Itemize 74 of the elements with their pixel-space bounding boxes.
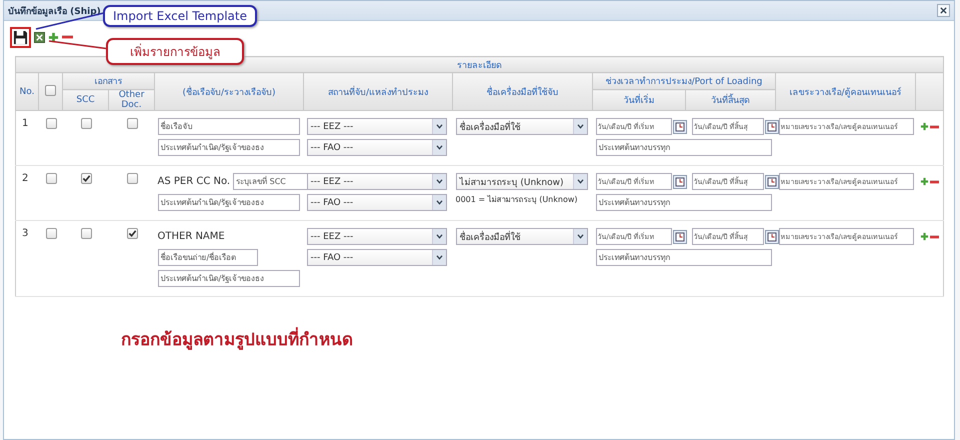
vessel-label: AS PER CC No. bbox=[158, 176, 230, 187]
eez-dropdown[interactable]: --- EEZ --- bbox=[306, 228, 446, 245]
column-header: เลขระวางเรือ/ตู้คอนเทนเนอร์ bbox=[776, 72, 916, 110]
loading-country-field[interactable]: ประเทศต้นทางบรรทุก bbox=[596, 139, 772, 156]
row-checkbox[interactable] bbox=[46, 173, 56, 184]
chevron-icon bbox=[576, 179, 584, 184]
column-header: ช่วงเวลาทำการประมง/Port of Loading bbox=[592, 72, 776, 90]
scc-checkbox[interactable] bbox=[80, 228, 92, 239]
callout: เพิ่มรายการข้อมูล bbox=[106, 38, 244, 65]
row-number: 2 bbox=[22, 173, 28, 184]
callout: Import Excel Template bbox=[103, 5, 257, 27]
column-header: Other Doc. bbox=[108, 90, 154, 110]
fao-dropdown[interactable]: --- FAO --- bbox=[306, 249, 446, 266]
eez-dropdown[interactable]: --- EEZ --- bbox=[306, 173, 446, 190]
row-number: 1 bbox=[22, 118, 28, 129]
row-checkbox[interactable] bbox=[46, 118, 56, 129]
select-all-checkbox[interactable] bbox=[45, 84, 56, 96]
vessel-name-field[interactable]: ชื่อเรือจับ bbox=[158, 118, 300, 135]
remove-row-icon[interactable] bbox=[930, 124, 940, 128]
vessel-name-field[interactable]: ชื่อเรือขนถ่าย/ชื่อเรือต bbox=[158, 249, 258, 266]
chevron-icon bbox=[436, 234, 442, 239]
other-doc-checkbox[interactable] bbox=[126, 228, 138, 239]
chevron-icon bbox=[436, 255, 442, 260]
save-icon[interactable] bbox=[10, 26, 31, 48]
calendar-icon[interactable] bbox=[764, 230, 778, 244]
chevron-icon bbox=[576, 124, 584, 129]
column-header: ชื่อเครื่องมือที่ใช้จับ bbox=[452, 72, 592, 110]
gear-dropdown[interactable]: ชื่อเครื่องมือที่ใช้ bbox=[456, 228, 588, 245]
vessel-label: OTHER NAME bbox=[158, 231, 225, 242]
column-header: เอกสาร bbox=[62, 72, 154, 90]
add-row-icon[interactable] bbox=[920, 232, 930, 241]
fao-dropdown[interactable]: --- FAO --- bbox=[306, 194, 446, 211]
chevron-icon bbox=[436, 145, 442, 150]
fao-dropdown[interactable]: --- FAO --- bbox=[306, 139, 446, 156]
column-header: (ชื่อเรือจับ/ระวางเรือจับ) bbox=[154, 72, 304, 110]
dialog-title: บันทึกข้อมูลเรือ (Ship) bbox=[8, 5, 101, 18]
close-icon[interactable] bbox=[937, 4, 950, 17]
spreadsheet-icon[interactable] bbox=[34, 32, 45, 42]
gear-dropdown[interactable]: ชื่อเครื่องมือที่ใช้ bbox=[456, 118, 588, 135]
chevron-icon bbox=[436, 200, 442, 205]
origin-country-field[interactable]: ประเทศต้นกำเนิด/รัฐเจ้าของธง bbox=[158, 270, 300, 287]
remove-row-icon[interactable] bbox=[930, 234, 940, 238]
calendar-icon[interactable] bbox=[764, 120, 778, 134]
column-header: วันที่สิ้นสุด bbox=[686, 90, 776, 110]
add-row-icon[interactable] bbox=[920, 177, 930, 186]
gear-dropdown[interactable]: ไม่สามารถระบุ (Unknow) bbox=[456, 173, 588, 190]
add-row-icon[interactable] bbox=[920, 122, 930, 131]
column-header: SCC bbox=[62, 90, 108, 110]
calendar-icon[interactable] bbox=[672, 120, 686, 134]
column-header: No. bbox=[16, 72, 38, 110]
eez-dropdown[interactable]: --- EEZ --- bbox=[306, 118, 446, 135]
loading-country-field[interactable]: ประเทศต้นทางบรรทุก bbox=[596, 194, 772, 211]
loading-country-field[interactable]: ประเทศต้นทางบรรทุก bbox=[596, 249, 772, 266]
scc-checkbox[interactable] bbox=[80, 118, 92, 129]
other-doc-checkbox[interactable] bbox=[126, 173, 138, 184]
chevron-icon bbox=[576, 234, 584, 239]
row-number: 3 bbox=[22, 228, 28, 239]
row-checkbox[interactable] bbox=[46, 228, 56, 239]
calendar-icon[interactable] bbox=[764, 174, 778, 188]
other-doc-checkbox[interactable] bbox=[126, 118, 138, 129]
chevron-icon bbox=[436, 124, 442, 129]
scc-number-field[interactable]: ระบุเลขที่ SCC bbox=[233, 173, 308, 190]
chevron-icon bbox=[436, 179, 442, 184]
remove-icon[interactable] bbox=[62, 35, 73, 39]
origin-country-field[interactable]: ประเทศต้นกำเนิด/รัฐเจ้าของธง bbox=[158, 194, 300, 211]
calendar-icon[interactable] bbox=[672, 230, 686, 244]
remove-row-icon[interactable] bbox=[930, 180, 940, 184]
gear-note: 0001 = ไม่สามารถระบุ (Unknow) bbox=[456, 194, 578, 206]
scc-checkbox[interactable] bbox=[80, 173, 92, 184]
calendar-icon[interactable] bbox=[672, 174, 686, 188]
add-icon[interactable] bbox=[48, 32, 59, 42]
column-header: สถานที่จับ/แหล่งทำประมง bbox=[304, 72, 452, 110]
column-header: วันที่เริ่ม bbox=[592, 90, 686, 110]
origin-country-field[interactable]: ประเทศต้นกำเนิด/รัฐเจ้าของธง bbox=[158, 139, 300, 156]
